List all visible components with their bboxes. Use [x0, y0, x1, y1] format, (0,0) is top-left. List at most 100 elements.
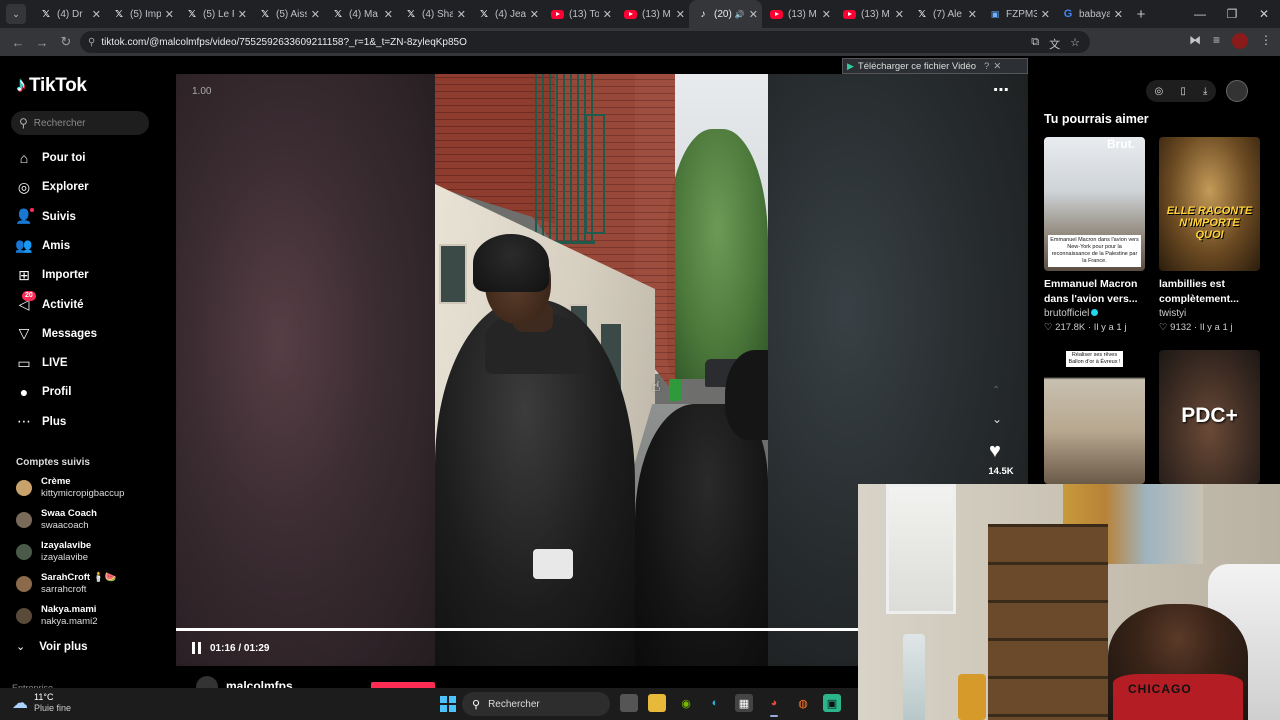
browser-tab[interactable]: (13) M ✕ — [616, 0, 689, 28]
sidebar-item-amis[interactable]: 👥 Amis — [15, 235, 166, 257]
recommendation-thumbnail[interactable]: PDC+ — [1159, 350, 1260, 484]
store-icon[interactable]: ▦ — [735, 694, 753, 712]
sidebar-item-profil[interactable]: ● Profil — [16, 381, 166, 403]
new-tab-button[interactable]: + — [1131, 6, 1151, 23]
more-options-icon[interactable]: ⋯ — [993, 80, 1010, 100]
following-account[interactable]: SarahCroft 🕯️🍉 sarrahcroft — [16, 572, 116, 596]
heart-icon[interactable]: ♥ — [989, 440, 1001, 463]
app-icon[interactable]: ▣ — [823, 694, 841, 712]
sidebar-item-suivis[interactable]: 👤 Suivis — [15, 206, 166, 228]
tab-close-icon[interactable]: ✕ — [457, 8, 466, 21]
browser-tab[interactable]: 𝕏 (4) Ma ✕ — [324, 0, 397, 28]
search-input[interactable] — [33, 117, 134, 129]
tab-audio-icon[interactable]: 🔊 — [735, 10, 745, 19]
translate-icon[interactable]: 文 — [1049, 36, 1060, 52]
tab-close-icon[interactable]: ✕ — [1041, 8, 1050, 21]
playback-speed[interactable]: 1.00 — [192, 86, 211, 97]
tab-close-icon[interactable]: ✕ — [530, 8, 539, 21]
recommendation-thumbnail[interactable]: Réaliser ses rêves Ballon d'or à Évreux … — [1044, 350, 1145, 484]
back-icon[interactable]: ← — [6, 35, 30, 50]
tab-close-icon[interactable]: ✕ — [384, 8, 393, 21]
sidebar-item-messages[interactable]: ▽ Messages — [16, 323, 166, 345]
tab-close-icon[interactable]: ✕ — [895, 8, 904, 21]
edge-icon[interactable]: ◐ — [706, 694, 724, 712]
tab-close-icon[interactable]: ✕ — [676, 8, 685, 21]
coin-icon[interactable]: ◎ — [1155, 86, 1164, 97]
sidebar-item-plus[interactable]: ⋯ Plus — [16, 411, 166, 433]
browser-menu-icon[interactable]: ⋮ — [1260, 33, 1272, 49]
recommendation-card[interactable]: PDC+ — [1159, 350, 1260, 484]
recommendation-title[interactable]: Emmanuel Macron dans l'avion vers... — [1044, 277, 1145, 307]
browser-tab[interactable]: 𝕏 (5) Aiss ✕ — [251, 0, 324, 28]
minimize-icon[interactable]: — — [1184, 0, 1216, 28]
following-account[interactable]: Nakya.mami nakya.mami2 — [16, 604, 98, 628]
pause-icon[interactable] — [192, 642, 201, 654]
download-help-icon[interactable]: ? — [984, 61, 989, 72]
browser-tab[interactable]: 𝕏 (5) Le F ✕ — [178, 0, 251, 28]
previous-video-icon[interactable]: ⌃ — [992, 385, 1000, 396]
windows-start-icon[interactable] — [440, 696, 456, 712]
recommendation-thumbnail[interactable]: Brut. Emmanuel Macron dans l'avion vers … — [1044, 137, 1145, 271]
browser-tab[interactable]: ♪ (20) 🔊 ✕ — [689, 0, 762, 28]
tiktok-logo[interactable]: ♪ TikTok — [16, 74, 87, 97]
browser-tab[interactable]: (13) M ✕ — [835, 0, 908, 28]
recommendation-card[interactable]: Brut. Emmanuel Macron dans l'avion vers … — [1044, 137, 1145, 333]
url-text[interactable]: tiktok.com/@malcolmfps/video/75525926336… — [101, 37, 467, 48]
recommendation-card[interactable]: Réaliser ses rêves Ballon d'or à Évreux … — [1044, 350, 1145, 484]
see-more-button[interactable]: ⌄ Voir plus — [16, 640, 88, 654]
tab-close-icon[interactable]: ✕ — [968, 8, 977, 21]
browser-tab[interactable]: 𝕏 (4) Jean ✕ — [470, 0, 543, 28]
profile-avatar[interactable] — [1232, 33, 1248, 49]
site-info-icon[interactable]: ⚲ — [88, 37, 95, 48]
firefox-icon[interactable]: ◍ — [794, 694, 812, 712]
tab-close-icon[interactable]: ✕ — [603, 8, 612, 21]
chrome-icon[interactable]: ◕ — [765, 694, 783, 717]
download-icon[interactable]: ⤓ — [1203, 86, 1207, 97]
browser-tab[interactable]: 𝕏 (7) Ale ✕ — [908, 0, 981, 28]
tab-search-button[interactable]: ⌄ — [6, 4, 26, 24]
task-view-icon[interactable] — [620, 694, 638, 712]
following-account[interactable]: Izayalavibe izayalavibe — [16, 540, 91, 564]
recommendation-author[interactable]: brutofficiel — [1044, 308, 1145, 319]
tab-close-icon[interactable]: ✕ — [749, 8, 758, 21]
close-window-icon[interactable]: ✕ — [1248, 0, 1280, 28]
sidebar-item-importer[interactable]: ⊞ Importer — [16, 264, 166, 286]
tab-close-icon[interactable]: ✕ — [311, 8, 320, 21]
nvidia-icon[interactable]: ◉ — [677, 694, 695, 712]
sidebar-item-activit-[interactable]: ◁ 20 Activité — [16, 290, 166, 316]
extensions-icon[interactable]: ⧓ — [1189, 33, 1201, 49]
search-box[interactable]: ⚲ — [11, 111, 149, 135]
download-video-overlay[interactable]: ▶ Télécharger ce fichier Vidéo ? ✕ — [842, 58, 1028, 74]
tab-close-icon[interactable]: ✕ — [165, 8, 174, 21]
file-explorer-icon[interactable] — [648, 694, 666, 712]
browser-tab[interactable]: ▣ FZPM3 ✕ — [981, 0, 1054, 28]
tab-close-icon[interactable]: ✕ — [822, 8, 831, 21]
install-app-icon[interactable]: ⧉ — [1031, 36, 1039, 52]
browser-tab[interactable]: 𝕏 (4) Dr ✕ — [32, 0, 105, 28]
next-video-icon[interactable]: ⌄ — [992, 412, 1002, 426]
browser-tab[interactable]: 𝕏 (5) Imp ✕ — [105, 0, 178, 28]
forward-icon[interactable]: → — [30, 35, 54, 50]
omnibox[interactable]: ⚲ tiktok.com/@malcolmfps/video/755259263… — [80, 31, 1090, 53]
browser-tab[interactable]: Gbabaya ✕ — [1054, 0, 1127, 28]
recommendation-card[interactable]: ELLE RACONTE N'IMPORTE QUOI lambillies e… — [1159, 137, 1260, 333]
recommendation-author[interactable]: twistyi — [1159, 308, 1260, 319]
user-avatar[interactable] — [1226, 80, 1248, 102]
recommendation-title[interactable]: lambillies est complètement... — [1159, 277, 1260, 307]
browser-tab[interactable]: (13) To ✕ — [543, 0, 616, 28]
download-label[interactable]: Télécharger ce fichier Vidéo — [858, 61, 976, 72]
browser-tab[interactable]: 𝕏 (4) Sha ✕ — [397, 0, 470, 28]
video-frame[interactable] — [435, 74, 768, 666]
reload-icon[interactable]: ↻ — [54, 34, 78, 50]
recommendation-thumbnail[interactable]: ELLE RACONTE N'IMPORTE QUOI — [1159, 137, 1260, 271]
download-close-icon[interactable]: ✕ — [993, 61, 1001, 72]
sidebar-item-explorer[interactable]: ◎ Explorer — [16, 176, 166, 198]
taskbar-search[interactable]: ⚲ Rechercher — [462, 692, 610, 716]
following-account[interactable]: Crème kittymicropigbaccup — [16, 476, 124, 500]
tab-close-icon[interactable]: ✕ — [1114, 8, 1123, 21]
tab-close-icon[interactable]: ✕ — [92, 8, 101, 21]
tab-close-icon[interactable]: ✕ — [238, 8, 247, 21]
sidebar-item-live[interactable]: ▭ LIVE — [16, 352, 166, 374]
sidebar-item-pour-toi[interactable]: ⌂ Pour toi — [16, 147, 166, 169]
weather-widget[interactable]: ☁ 11°C Pluie fine — [12, 692, 71, 714]
